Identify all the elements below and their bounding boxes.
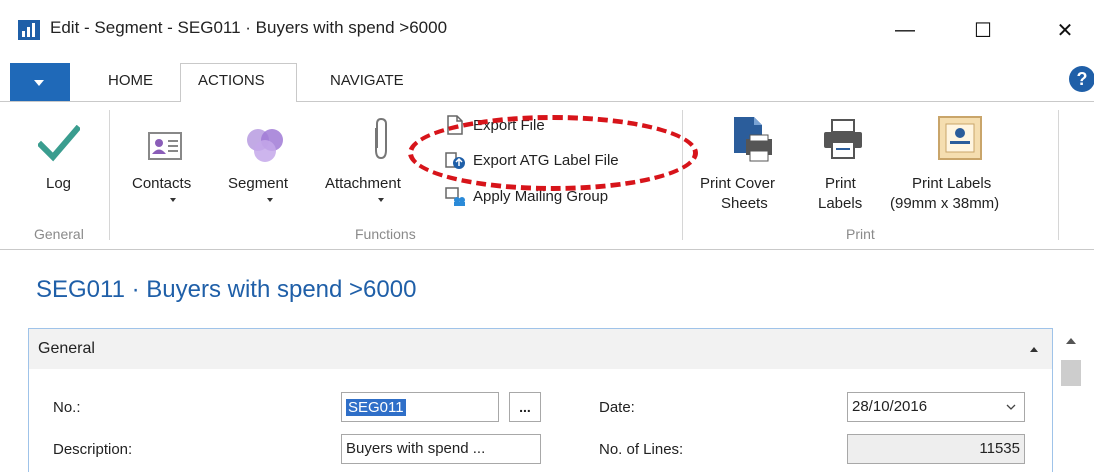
annotation-ellipse xyxy=(408,115,698,191)
check-icon xyxy=(38,125,80,162)
tab-home[interactable]: HOME xyxy=(108,72,153,89)
assist-edit-button[interactable]: ... xyxy=(509,392,541,422)
group-label-functions: Functions xyxy=(355,226,416,242)
group-label-print: Print xyxy=(846,226,875,242)
scroll-thumb[interactable] xyxy=(1061,360,1081,386)
no-field[interactable]: SEG011 xyxy=(341,392,499,422)
date-value: 28/10/2016 xyxy=(852,398,928,415)
description-field[interactable]: Buyers with spend ... xyxy=(341,434,541,464)
segment-button[interactable]: Segment xyxy=(228,175,288,193)
tab-navigate[interactable]: NAVIGATE xyxy=(330,72,404,89)
close-button[interactable]: ✕ xyxy=(1042,12,1088,48)
help-icon[interactable]: ? xyxy=(1069,66,1094,92)
no-of-lines-field: 11535 xyxy=(847,434,1025,464)
chevron-down-icon xyxy=(170,198,176,202)
date-label: Date: xyxy=(599,399,635,416)
description-label: Description: xyxy=(53,441,133,458)
group-divider xyxy=(682,110,683,240)
no-value: SEG011 xyxy=(346,399,406,416)
chevron-down-icon xyxy=(267,198,273,202)
mailing-group-icon xyxy=(445,187,465,206)
maximize-button[interactable]: ☐ xyxy=(960,12,1006,48)
title-bar: Edit - Segment - SEG011 · Buyers with sp… xyxy=(0,0,1094,58)
vertical-scrollbar[interactable] xyxy=(1057,330,1085,472)
chevron-up-icon[interactable] xyxy=(1030,347,1038,352)
print-cover-sheets-line1[interactable]: Print Cover xyxy=(700,175,775,193)
page-title: SEG011 · Buyers with spend >6000 xyxy=(36,276,417,303)
print-labels-line2[interactable]: Labels xyxy=(818,195,862,213)
chevron-down-icon xyxy=(378,198,384,202)
ribbon-tab-row xyxy=(0,58,1094,102)
date-field[interactable]: 28/10/2016 xyxy=(847,392,1025,422)
contacts-button[interactable]: Contacts xyxy=(132,175,191,193)
printer-icon xyxy=(824,119,862,159)
minimize-button[interactable]: — xyxy=(882,12,928,48)
label-sheet-icon xyxy=(938,116,982,160)
no-label: No.: xyxy=(53,399,81,416)
group-label-general: General xyxy=(34,226,84,242)
paperclip-icon xyxy=(375,117,387,160)
log-button[interactable]: Log xyxy=(46,175,71,193)
no-of-lines-label: No. of Lines: xyxy=(599,441,684,458)
fasttab-title: General xyxy=(38,340,95,357)
segment-icon xyxy=(247,129,283,162)
contact-card-icon xyxy=(148,132,182,160)
app-icon xyxy=(18,20,40,40)
print-labels-99-line2[interactable]: (99mm x 38mm) xyxy=(890,195,999,213)
group-divider xyxy=(109,110,110,240)
print-cover-sheets-icon xyxy=(734,117,772,162)
fasttab-header[interactable]: General xyxy=(29,329,1052,369)
chevron-down-icon[interactable] xyxy=(1006,404,1016,411)
print-labels-99-line1[interactable]: Print Labels xyxy=(912,175,991,193)
chevron-down-icon xyxy=(34,80,44,86)
attachment-button[interactable]: Attachment xyxy=(325,175,401,193)
window-title: Edit - Segment - SEG011 · Buyers with sp… xyxy=(50,18,448,37)
general-fasttab: General No.: SEG011 ... Description: Buy… xyxy=(28,328,1053,472)
group-divider xyxy=(1058,110,1059,240)
tab-actions[interactable]: ACTIONS xyxy=(198,72,265,89)
scroll-up-icon[interactable] xyxy=(1066,338,1076,344)
print-labels-line1[interactable]: Print xyxy=(825,175,856,193)
print-cover-sheets-line2[interactable]: Sheets xyxy=(721,195,768,213)
